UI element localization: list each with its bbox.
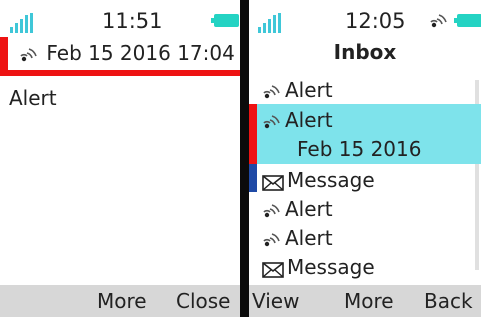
alert-icon: [20, 47, 37, 61]
more-softkey[interactable]: More: [344, 289, 394, 313]
more-softkey[interactable]: More: [97, 289, 147, 313]
status-bar: 11:51: [0, 0, 240, 36]
alert-notification-icon: [430, 14, 447, 28]
detail-message-text: Alert: [9, 86, 57, 110]
list-item-alert[interactable]: Alert: [249, 222, 481, 251]
list-item-alert[interactable]: Alert: [249, 193, 481, 222]
priority-underline: [0, 70, 240, 76]
clock: 11:51: [102, 9, 163, 33]
page-title: Inbox: [333, 40, 397, 64]
list-item-label: Message: [287, 255, 375, 279]
list-item-label: Alert: [285, 226, 333, 250]
battery-icon: [211, 14, 239, 27]
alert-icon: [263, 114, 280, 128]
view-softkey[interactable]: View: [252, 289, 299, 313]
alert-detail-screen: 11:51 Feb 15 2016 17:04 Alert More Close: [0, 0, 240, 317]
detail-header: Feb 15 2016 17:04: [0, 37, 240, 76]
alert-icon: [263, 232, 280, 246]
signal-strength-icon: [258, 13, 284, 33]
list-item-label: Message: [287, 168, 375, 192]
softkey-bar: More Close: [0, 285, 240, 317]
list-item-alert[interactable]: Alert: [249, 74, 481, 104]
signal-strength-icon: [10, 13, 36, 33]
alert-icon: [263, 84, 280, 98]
inbox-screen: 12:05 Inbox Alert Alert Feb 15 2016 Mess…: [249, 0, 481, 317]
list-item-alert-selected[interactable]: Alert Feb 15 2016: [249, 104, 481, 164]
list-item-label: Alert: [285, 108, 333, 132]
mail-icon: [262, 174, 284, 191]
list-item-label: Alert: [285, 78, 333, 102]
priority-marker: [249, 104, 257, 164]
close-softkey[interactable]: Close: [176, 289, 230, 313]
list-item-message[interactable]: Message: [249, 251, 481, 280]
screen-divider: [240, 0, 249, 317]
mail-icon: [262, 261, 284, 278]
detail-datetime: Feb 15 2016 17:04: [46, 41, 235, 65]
message-marker: [249, 164, 257, 192]
list-item-label: Alert: [285, 197, 333, 221]
battery-icon: [454, 14, 481, 27]
back-softkey[interactable]: Back: [424, 289, 473, 313]
list-item-message[interactable]: Message: [249, 164, 481, 193]
alert-icon: [263, 203, 280, 217]
clock: 12:05: [345, 9, 406, 33]
status-bar: 12:05: [249, 0, 481, 36]
softkey-bar: View More Back: [249, 285, 481, 317]
list-item-date: Feb 15 2016: [297, 137, 422, 161]
